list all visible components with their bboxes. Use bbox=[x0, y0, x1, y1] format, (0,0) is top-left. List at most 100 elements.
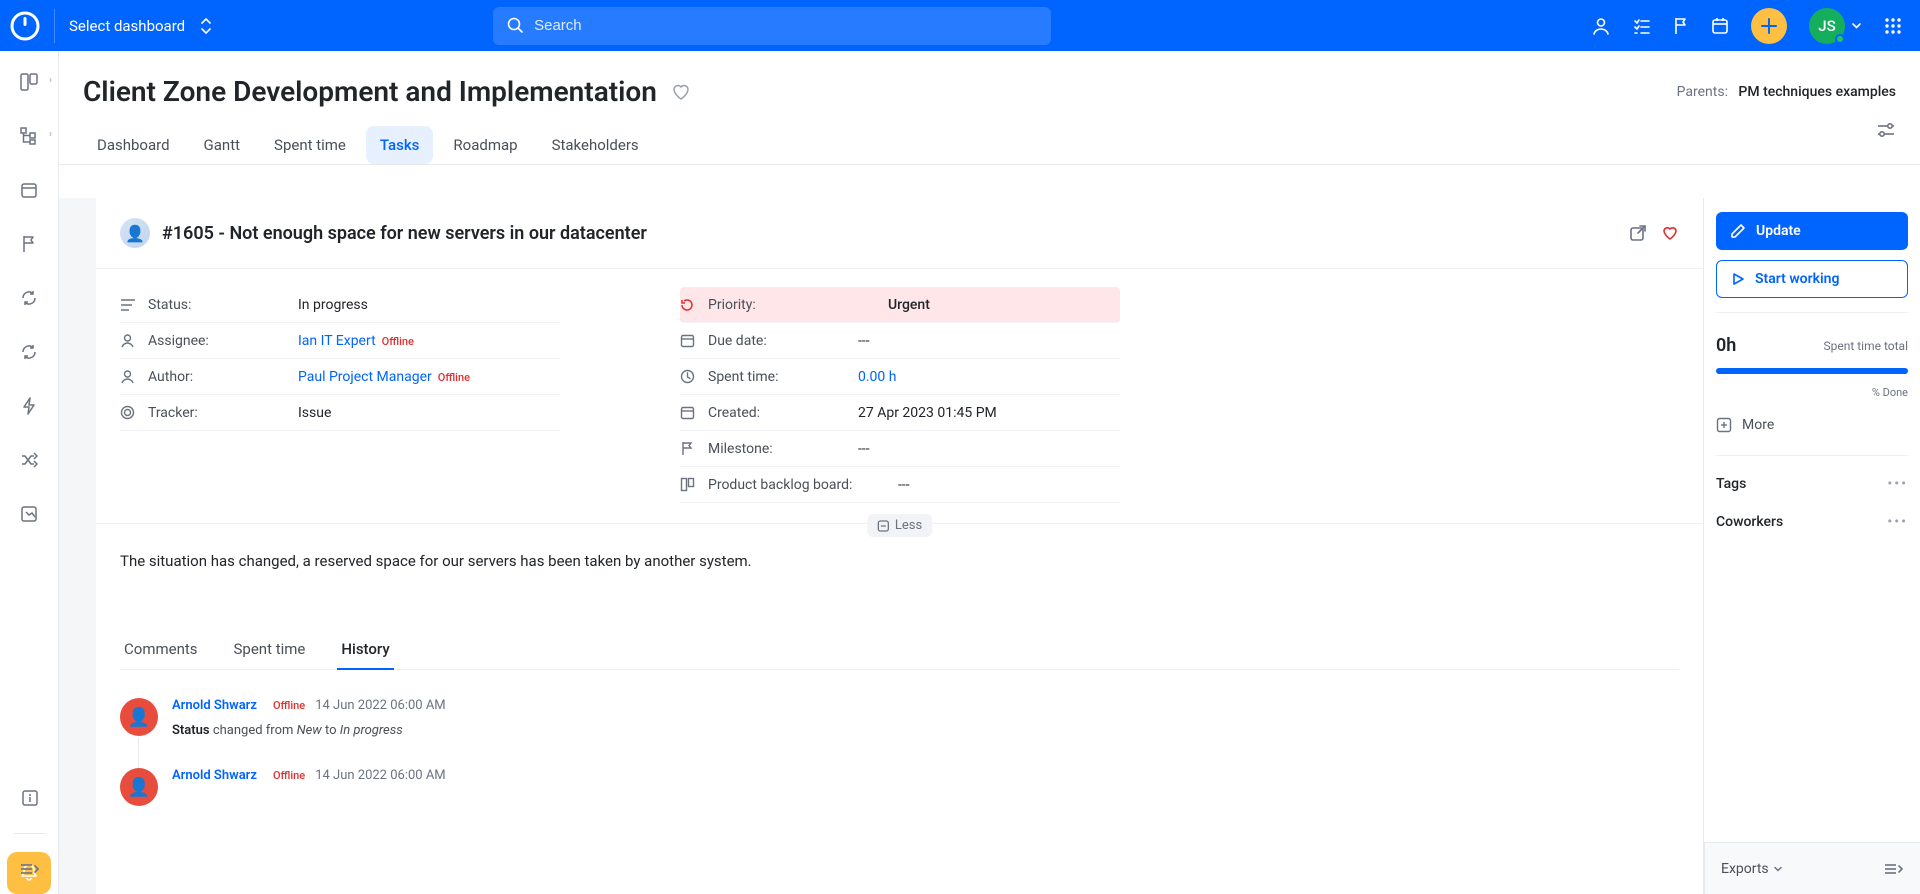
sidebar-shuffle-button[interactable] bbox=[18, 449, 40, 471]
field-spent-time: Spent time: 0.00 h bbox=[680, 359, 1120, 395]
history-user-link[interactable]: Arnold Shwarz bbox=[172, 698, 257, 713]
less-label: Less bbox=[895, 518, 922, 533]
page-title-wrap: Client Zone Development and Implementati… bbox=[83, 75, 691, 108]
field-value: 27 Apr 2023 01:45 PM bbox=[858, 405, 997, 421]
task-main: 👤 #1605 - Not enough space for new serve… bbox=[96, 198, 1704, 894]
start-working-button[interactable]: Start working bbox=[1716, 260, 1908, 298]
sliders-icon bbox=[1876, 122, 1896, 140]
search-field[interactable] bbox=[493, 7, 1051, 45]
user-icon-button[interactable] bbox=[1591, 16, 1611, 36]
tab-stakeholders[interactable]: Stakeholders bbox=[538, 126, 653, 164]
dashboard-selector[interactable]: Select dashboard bbox=[69, 17, 213, 35]
sidebar-energy-button[interactable] bbox=[18, 395, 40, 417]
field-value: Urgent bbox=[858, 297, 930, 313]
coworkers-menu-button[interactable]: ••• bbox=[1887, 514, 1908, 530]
heart-icon[interactable] bbox=[671, 82, 691, 102]
update-button[interactable]: Update bbox=[1716, 212, 1908, 250]
history-timestamp: 14 Jun 2022 06:00 AM bbox=[315, 768, 445, 783]
atab-spent-time[interactable]: Spent time bbox=[230, 630, 310, 669]
collapse-fields-button[interactable]: Less bbox=[867, 514, 932, 537]
topbar: Select dashboard JS bbox=[0, 0, 1920, 51]
filter-button[interactable] bbox=[1876, 122, 1896, 140]
field-value-link[interactable]: 0.00 h bbox=[858, 369, 896, 385]
divider bbox=[54, 9, 55, 43]
tab-spent-time[interactable]: Spent time bbox=[260, 126, 360, 164]
sidebar-expand-button[interactable] bbox=[19, 858, 41, 880]
checklist-icon-button[interactable] bbox=[1633, 17, 1651, 35]
bolt-icon bbox=[21, 397, 37, 415]
collapse-sidepanel-button[interactable] bbox=[1882, 862, 1904, 876]
divider bbox=[1716, 312, 1908, 313]
coworkers-label: Coworkers bbox=[1716, 514, 1783, 530]
heart-icon[interactable] bbox=[1661, 224, 1679, 242]
content-area: 👤 #1605 - Not enough space for new serve… bbox=[59, 198, 1920, 894]
tab-gantt[interactable]: Gantt bbox=[190, 126, 254, 164]
tab-roadmap[interactable]: Roadmap bbox=[439, 126, 531, 164]
task-panel: 👤 #1605 - Not enough space for new serve… bbox=[96, 198, 1920, 894]
start-label: Start working bbox=[1755, 271, 1839, 287]
field-value-link[interactable]: Paul Project ManagerOffline bbox=[298, 369, 470, 385]
flag-icon bbox=[680, 441, 708, 456]
history-list: 👤 Arnold Shwarz Offline 14 Jun 2022 06:0… bbox=[96, 670, 1703, 836]
main-tabs: Dashboard Gantt Spent time Tasks Roadmap… bbox=[59, 108, 1920, 165]
task-author-avatar[interactable]: 👤 bbox=[120, 218, 150, 248]
topbar-actions: JS bbox=[1591, 0, 1902, 51]
tags-row: Tags ••• bbox=[1716, 470, 1908, 498]
history-avatar[interactable]: 👤 bbox=[120, 698, 158, 736]
sidebar-info-button[interactable] bbox=[19, 787, 41, 809]
history-timestamp: 14 Jun 2022 06:00 AM bbox=[315, 698, 445, 713]
external-link-icon[interactable] bbox=[1629, 224, 1647, 242]
tab-dashboard[interactable]: Dashboard bbox=[83, 126, 184, 164]
breadcrumb: Parents: PM techniques examples bbox=[1677, 84, 1896, 100]
sidebar-board-button[interactable]: › bbox=[18, 71, 40, 93]
apps-grid-button[interactable] bbox=[1884, 17, 1902, 35]
parent-link[interactable]: PM techniques examples bbox=[1738, 84, 1896, 100]
flag-icon-button[interactable] bbox=[1673, 17, 1689, 35]
atab-history[interactable]: History bbox=[337, 630, 393, 670]
target-icon bbox=[120, 405, 148, 420]
chevron-down-icon[interactable] bbox=[1851, 20, 1862, 31]
search-input[interactable] bbox=[534, 17, 1037, 34]
user-icon bbox=[120, 333, 148, 348]
sidebar-refresh-button[interactable] bbox=[18, 287, 40, 309]
calendar-icon bbox=[20, 181, 38, 199]
fields-left: Status: In progress Assignee: Ian IT Exp… bbox=[120, 287, 560, 503]
add-button[interactable] bbox=[1751, 8, 1787, 44]
calendar-icon bbox=[1711, 17, 1729, 35]
sidebar-sync-button[interactable] bbox=[18, 341, 40, 363]
field-value: Issue bbox=[298, 405, 331, 421]
checklist-icon bbox=[1633, 17, 1651, 35]
sidebar-image-button[interactable] bbox=[18, 503, 40, 525]
coworkers-row: Coworkers ••• bbox=[1716, 508, 1908, 536]
sidebar-calendar-button[interactable] bbox=[18, 179, 40, 201]
task-fields: Status: In progress Assignee: Ian IT Exp… bbox=[96, 269, 1703, 524]
chevron-right-icon: › bbox=[49, 75, 52, 86]
app-logo[interactable] bbox=[10, 7, 40, 45]
field-author: Author: Paul Project ManagerOffline bbox=[120, 359, 560, 395]
field-label: Assignee: bbox=[148, 333, 298, 349]
history-user-link[interactable]: Arnold Shwarz bbox=[172, 768, 257, 783]
user-icon bbox=[120, 369, 148, 384]
calendar-icon-button[interactable] bbox=[1711, 17, 1729, 35]
sidebar-tree-button[interactable]: › bbox=[18, 125, 40, 147]
grid-icon bbox=[1884, 17, 1902, 35]
field-value-link[interactable]: Ian IT ExpertOffline bbox=[298, 333, 414, 349]
user-avatar[interactable]: JS bbox=[1809, 8, 1845, 44]
field-label: Milestone: bbox=[708, 441, 858, 457]
presence-dot bbox=[1835, 34, 1845, 44]
field-tracker: Tracker: Issue bbox=[120, 395, 560, 431]
chevron-down-icon bbox=[1773, 864, 1783, 874]
field-created: Created: 27 Apr 2023 01:45 PM bbox=[680, 395, 1120, 431]
history-avatar[interactable]: 👤 bbox=[120, 768, 158, 806]
more-toggle[interactable]: More bbox=[1716, 409, 1908, 441]
collapse-icon bbox=[1882, 862, 1904, 876]
priority-icon bbox=[680, 298, 708, 312]
sidebar-flag-button[interactable] bbox=[18, 233, 40, 255]
main: Client Zone Development and Implementati… bbox=[59, 51, 1920, 894]
field-milestone: Milestone: --- bbox=[680, 431, 1120, 467]
tab-tasks[interactable]: Tasks bbox=[366, 126, 434, 164]
atab-comments[interactable]: Comments bbox=[120, 630, 202, 669]
exports-dropdown[interactable]: Exports bbox=[1721, 861, 1783, 877]
clock-icon bbox=[680, 369, 708, 384]
tags-menu-button[interactable]: ••• bbox=[1887, 476, 1908, 492]
